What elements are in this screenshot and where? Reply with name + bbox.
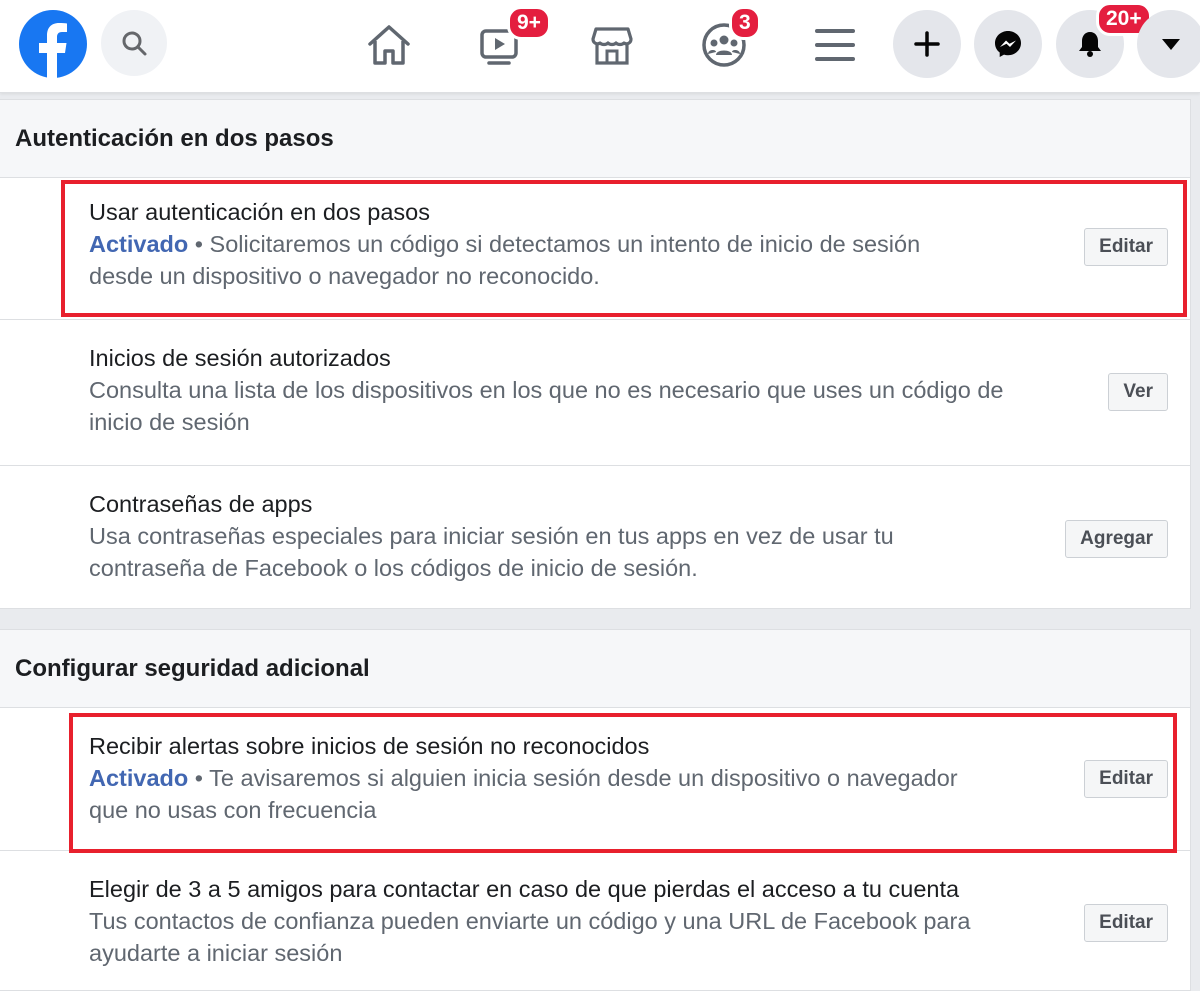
- settings-row-login-alerts: Recibir alertas sobre inicios de sesión …: [0, 708, 1190, 851]
- row-description-line2: inicio de sesión: [89, 409, 250, 435]
- row-description: Usa contraseñas especiales para iniciar …: [89, 523, 894, 549]
- row-description: Activado • Solicitaremos un código si de…: [89, 231, 921, 257]
- messenger-button[interactable]: [974, 10, 1042, 78]
- watch-badge: 9+: [507, 6, 551, 40]
- row-title: Elegir de 3 a 5 amigos para contactar en…: [89, 876, 960, 902]
- hamburger-menu-icon: [815, 29, 855, 61]
- account-menu-button[interactable]: [1137, 10, 1200, 78]
- row-description: Consulta una lista de los dispositivos e…: [89, 377, 1004, 403]
- section-title: Configurar seguridad adicional: [0, 630, 1190, 708]
- edit-trusted-contacts-button[interactable]: Editar: [1084, 904, 1168, 942]
- add-app-password-button[interactable]: Agregar: [1065, 520, 1168, 558]
- two-step-authentication-section: Autenticación en dos pasos Usar autentic…: [0, 99, 1191, 609]
- caret-down-icon: [1162, 39, 1180, 50]
- status-activated: Activado: [89, 231, 189, 257]
- top-navigation-bar: 9+ 3 20+: [0, 0, 1200, 93]
- row-description-line2: desde un dispositivo o navegador no reco…: [89, 263, 600, 289]
- row-description: Activado • Te avisaremos si alguien inic…: [89, 765, 958, 791]
- settings-row-two-step: Usar autenticación en dos pasos Activado…: [0, 178, 1190, 320]
- row-description-line2: contraseña de Facebook o los códigos de …: [89, 555, 698, 581]
- marketplace-icon: [591, 27, 633, 65]
- search-icon: [122, 31, 147, 56]
- row-description: Tus contactos de confianza pueden enviar…: [89, 908, 971, 934]
- section-title: Autenticación en dos pasos: [0, 100, 1190, 178]
- messenger-icon: [995, 31, 1021, 57]
- facebook-logo-icon[interactable]: [18, 9, 88, 79]
- settings-row-authorized-logins: Inicios de sesión autorizados Consulta u…: [0, 320, 1190, 466]
- search-button[interactable]: [101, 10, 167, 76]
- row-description-line2: que no usas con frecuencia: [89, 797, 377, 823]
- marketplace-tab[interactable]: [587, 20, 637, 70]
- menu-tab[interactable]: [810, 20, 860, 70]
- create-button[interactable]: [893, 10, 961, 78]
- row-title: Recibir alertas sobre inicios de sesión …: [89, 733, 650, 759]
- plus-icon: [914, 31, 940, 57]
- additional-security-section: Configurar seguridad adicional Recibir a…: [0, 629, 1191, 991]
- home-tab[interactable]: [364, 20, 414, 70]
- edit-two-step-button[interactable]: Editar: [1084, 228, 1168, 266]
- settings-row-trusted-contacts: Elegir de 3 a 5 amigos para contactar en…: [0, 851, 1190, 991]
- settings-row-app-passwords: Contraseñas de apps Usa contraseñas espe…: [0, 466, 1190, 607]
- view-authorized-logins-button[interactable]: Ver: [1108, 373, 1168, 411]
- edit-login-alerts-button[interactable]: Editar: [1084, 760, 1168, 798]
- bell-icon: [1079, 32, 1101, 57]
- home-icon: [368, 25, 410, 65]
- status-activated: Activado: [89, 765, 189, 791]
- row-title: Usar autenticación en dos pasos: [89, 199, 430, 225]
- row-title: Contraseñas de apps: [89, 491, 313, 517]
- row-title: Inicios de sesión autorizados: [89, 345, 391, 371]
- groups-badge: 3: [729, 6, 761, 40]
- row-description-line2: ayudarte a iniciar sesión: [89, 940, 343, 966]
